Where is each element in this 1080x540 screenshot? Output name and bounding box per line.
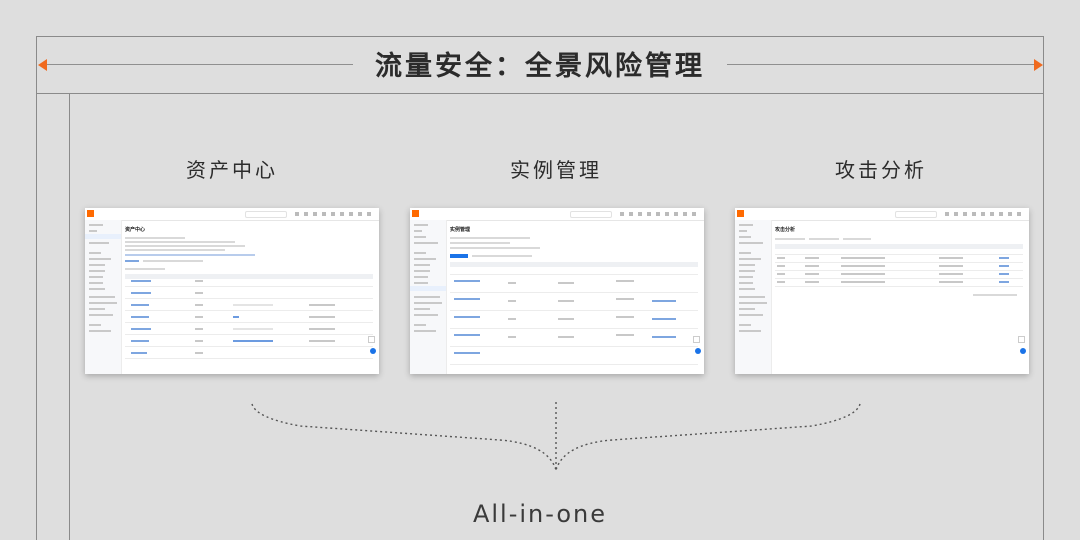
converging-braces: [251, 402, 861, 471]
brace-right: [555, 403, 861, 471]
footer-label: All-in-one: [472, 500, 608, 528]
brace-left: [251, 403, 557, 471]
